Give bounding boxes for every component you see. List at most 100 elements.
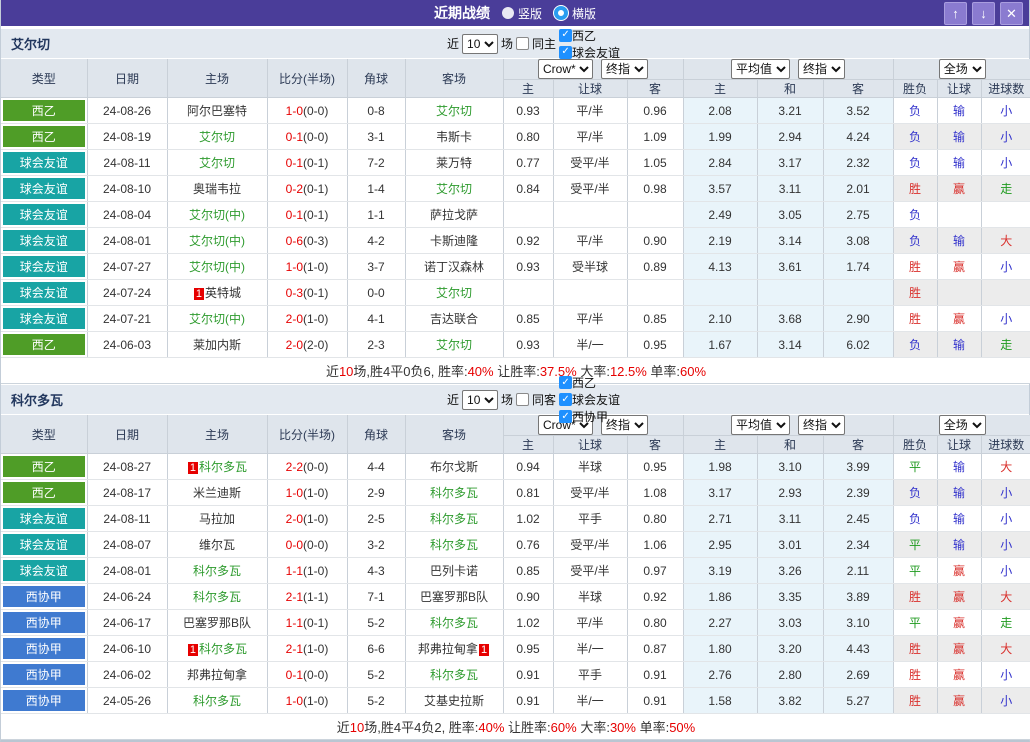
league-label[interactable]: 西乙	[572, 27, 596, 44]
home-team: 科尔多瓦	[167, 584, 267, 610]
results-body: 西乙24-08-271科尔多瓦2-2(0-0)4-4布尔戈斯0.94半球0.95…	[1, 454, 1030, 714]
match-date: 24-08-10	[87, 176, 167, 202]
close-button[interactable]: ✕	[1000, 2, 1023, 25]
home-team-name: 科尔多瓦	[199, 642, 247, 656]
radio-unselected-icon[interactable]	[502, 7, 514, 19]
avg-home-odds: 1.86	[683, 584, 757, 610]
away-team-name: 科尔多瓦	[430, 616, 478, 630]
match-count-select[interactable]: 10	[462, 390, 498, 410]
layout-radio-vertical[interactable]: 竖版	[502, 5, 542, 22]
avg-away-odds	[823, 280, 893, 306]
move-up-button[interactable]: ↑	[944, 2, 967, 25]
match-count-select[interactable]: 10	[462, 34, 498, 54]
match-row: 球会友谊24-07-21艾尔切(中)2-0(1-0)4-1吉达联合0.85平/半…	[1, 306, 1030, 332]
average-stage-select[interactable]: 终指	[798, 59, 845, 79]
league-checkbox[interactable]: ✓	[559, 29, 572, 42]
score-cell: 0-1(0-1)	[267, 150, 347, 176]
scope-select[interactable]: 全场	[939, 59, 986, 79]
corner-score: 0-0	[347, 280, 405, 306]
average-select[interactable]: 平均值	[731, 415, 790, 435]
league-filter[interactable]: ✓西乙	[559, 374, 620, 391]
league-checkbox[interactable]: ✓	[559, 376, 572, 389]
league-badge: 西协甲	[3, 690, 85, 711]
move-down-button[interactable]: ↓	[972, 2, 995, 25]
avg-draw-odds: 3.01	[757, 532, 823, 558]
col-odds-away: 客	[627, 436, 683, 454]
same-venue-checkbox[interactable]: ✓	[516, 393, 529, 406]
radio-selected-icon[interactable]	[554, 6, 568, 20]
scope-select[interactable]: 全场	[939, 415, 986, 435]
score-cell: 0-6(0-3)	[267, 228, 347, 254]
league-filter[interactable]: ✓球会友谊	[559, 44, 620, 61]
result-handicap: 赢	[937, 176, 981, 202]
league-filter[interactable]: ✓西协甲	[559, 408, 620, 425]
league-type-cell: 西协甲	[1, 662, 87, 688]
match-date: 24-06-03	[87, 332, 167, 358]
away-team-name: 艾尔切	[436, 104, 472, 118]
recent-results-window: 近期战绩 竖版 横版 ↑ ↓ ✕ 艾尔切 近 10 场 ✓ 同主 ✓西乙✓球会友…	[0, 0, 1030, 742]
league-type-cell: 西乙	[1, 332, 87, 358]
stat-label: 让胜率:	[504, 720, 550, 735]
league-filter[interactable]: ✓西乙	[559, 27, 620, 44]
match-date: 24-06-10	[87, 636, 167, 662]
home-team: 科尔多瓦	[167, 688, 267, 714]
average-select[interactable]: 平均值	[731, 59, 790, 79]
league-filter[interactable]: ✓球会友谊	[559, 391, 620, 408]
avg-home-odds: 3.57	[683, 176, 757, 202]
away-team: 艾基史拉斯	[405, 688, 503, 714]
away-team: 布尔戈斯	[405, 454, 503, 480]
result-outcome: 负	[893, 98, 937, 124]
corner-score: 3-7	[347, 254, 405, 280]
home-team: 阿尔巴塞特	[167, 98, 267, 124]
stat-label: 近	[337, 720, 350, 735]
score-cell: 1-1(0-1)	[267, 610, 347, 636]
league-label[interactable]: 球会友谊	[572, 391, 620, 408]
home-odds: 0.77	[503, 150, 553, 176]
corner-score: 1-4	[347, 176, 405, 202]
match-date: 24-08-04	[87, 202, 167, 228]
layout-radio-horizontal[interactable]: 横版	[554, 5, 596, 22]
average-stage-select[interactable]: 终指	[798, 415, 845, 435]
away-odds: 0.98	[627, 176, 683, 202]
league-badge: 球会友谊	[3, 178, 85, 199]
result-goals: 大	[981, 228, 1030, 254]
league-checkbox[interactable]: ✓	[559, 393, 572, 406]
league-checkbox[interactable]: ✓	[559, 410, 572, 423]
away-odds: 1.09	[627, 124, 683, 150]
league-label[interactable]: 西乙	[572, 374, 596, 391]
result-goals: 小	[981, 558, 1030, 584]
avg-home-odds: 2.27	[683, 610, 757, 636]
bookmaker-select[interactable]: Crow*	[538, 59, 593, 79]
avg-home-odds: 3.19	[683, 558, 757, 584]
home-team: 艾尔切(中)	[167, 228, 267, 254]
away-odds: 0.97	[627, 558, 683, 584]
result-handicap: 赢	[937, 662, 981, 688]
away-odds: 0.85	[627, 306, 683, 332]
match-row: 西乙24-08-26阿尔巴塞特1-0(0-0)0-8艾尔切0.93平/半0.96…	[1, 98, 1030, 124]
handicap-line: 平/半	[553, 228, 627, 254]
avg-away-odds: 2.11	[823, 558, 893, 584]
league-type-cell: 西乙	[1, 454, 87, 480]
home-odds	[503, 280, 553, 306]
col-odds-away: 客	[627, 80, 683, 98]
match-row: 西协甲24-05-26科尔多瓦1-0(1-0)5-2艾基史拉斯0.91半/一0.…	[1, 688, 1030, 714]
odds-stage-select[interactable]: 终指	[601, 59, 648, 79]
league-checkbox[interactable]: ✓	[559, 46, 572, 59]
col-result: 胜负	[893, 436, 937, 454]
league-badge: 西乙	[3, 100, 85, 121]
home-team-name: 科尔多瓦	[193, 590, 241, 604]
league-label[interactable]: 球会友谊	[572, 44, 620, 61]
score-cell: 0-1(0-0)	[267, 124, 347, 150]
away-team: 科尔多瓦	[405, 532, 503, 558]
corner-score: 3-1	[347, 124, 405, 150]
rank-badge: 1	[188, 462, 198, 474]
stat-value: 60%	[551, 720, 577, 735]
avg-home-odds: 2.49	[683, 202, 757, 228]
radio-horizontal-label[interactable]: 横版	[572, 5, 596, 22]
radio-vertical-label[interactable]: 竖版	[518, 5, 542, 22]
home-odds: 0.93	[503, 254, 553, 280]
same-venue-checkbox[interactable]: ✓	[516, 37, 529, 50]
stat-label: 近	[326, 364, 339, 379]
home-team-name: 米兰迪斯	[193, 486, 241, 500]
league-label[interactable]: 西协甲	[572, 408, 608, 425]
